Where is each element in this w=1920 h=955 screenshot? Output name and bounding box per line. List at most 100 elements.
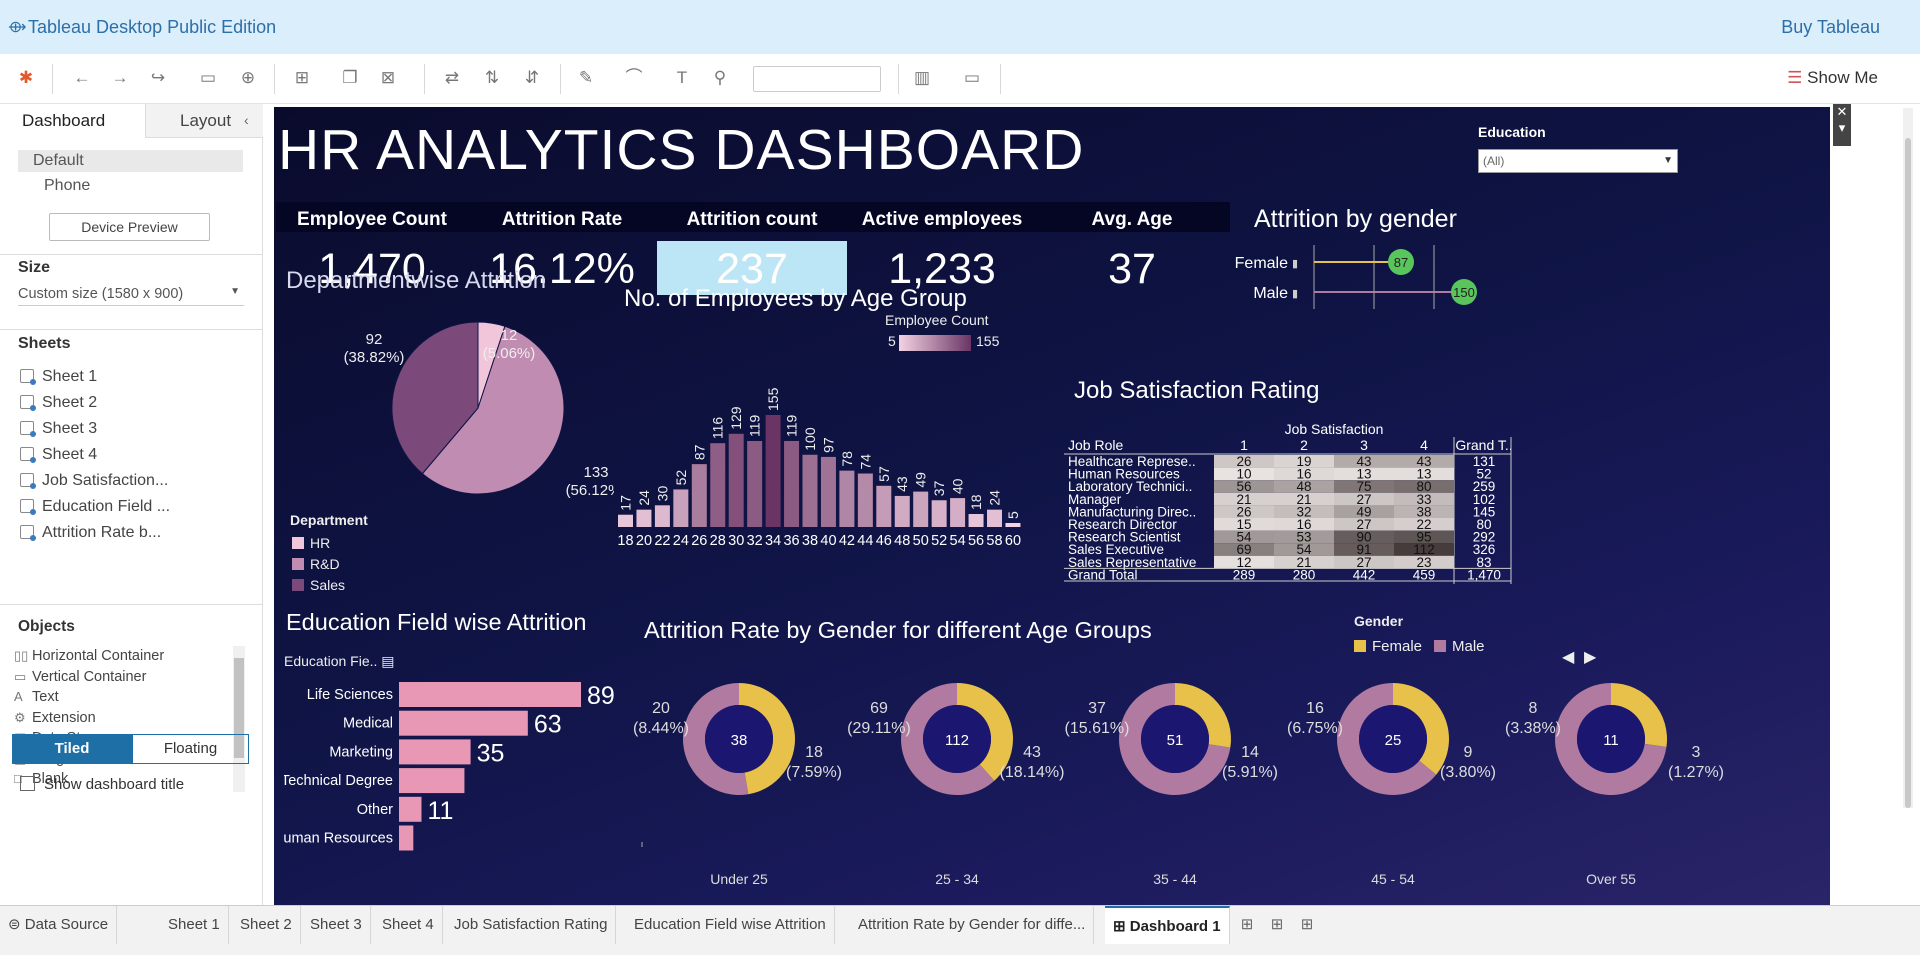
bar-data-label: 52 (673, 470, 689, 486)
sort-asc-icon[interactable]: ⇅ (480, 66, 504, 90)
bar-data-label: 116 (710, 417, 726, 440)
dashboard-sidebar: Dashboard Layout ‹ Default Phone Device … (0, 104, 263, 905)
sheet-tab-label: Sheet 2 (240, 916, 292, 933)
show-me-label: Show Me (1807, 68, 1878, 87)
new-worksheet-icon[interactable]: ⊞ (290, 66, 314, 90)
sheet-tab-label: Sheet 4 (382, 916, 434, 933)
bar-data-label: 18 (968, 494, 984, 510)
attach-icon[interactable]: ⌒ (622, 66, 646, 90)
sort-desc-icon[interactable]: ⇵ (520, 66, 544, 90)
collapse-icon[interactable]: ‹ (244, 112, 249, 128)
sheet-list-item[interactable]: Education Field ... (20, 496, 170, 518)
undo-icon[interactable]: ← (70, 66, 94, 90)
floating-button[interactable]: Floating (132, 734, 249, 764)
kpi-label: Attrition count (686, 209, 818, 230)
add-datasource-icon[interactable]: ⊕ (236, 66, 260, 90)
sheet-name: Attrition Rate b... (42, 524, 162, 541)
x-tick-label: 52 (931, 533, 947, 549)
donut-female-label: (5.91%) (1222, 764, 1278, 781)
show-me-button[interactable]: ☰ Show Me (1787, 68, 1878, 88)
sheet-list-item[interactable]: Sheet 4 (20, 444, 97, 466)
pin-icon[interactable]: ⚲ (708, 66, 732, 90)
sheet-tab-label: Data Source (24, 916, 109, 933)
bar-data-label: 74 (857, 454, 873, 470)
bar-data-label: 24 (987, 490, 1003, 506)
sheet-list-item[interactable]: Attrition Rate b... (20, 522, 161, 544)
sheet-tab[interactable]: ⊞ Dashboard 1 (1105, 906, 1230, 944)
age-group-label: 35 - 44 (1153, 871, 1197, 887)
age-legend-title: Employee Count (885, 312, 989, 328)
label-icon[interactable]: T (670, 66, 694, 90)
device-default[interactable]: Default (18, 150, 243, 172)
show-cards-icon[interactable]: ▥ (910, 66, 934, 90)
redo-icon[interactable]: → (108, 66, 132, 90)
donut-male-label: 37 (1088, 700, 1106, 717)
table-row-header: Job Role (1068, 437, 1123, 453)
edu-bar (399, 768, 465, 794)
bar-data-label: 40 (950, 478, 966, 494)
dashboard-icon: ⊞ (1113, 918, 1130, 935)
dept-legend-title: Department (290, 512, 368, 528)
objects-scrollbar[interactable] (233, 646, 245, 792)
fit-combo[interactable] (753, 66, 881, 92)
dashboard-close-icon[interactable]: ✕ ▾ (1833, 104, 1851, 146)
object-item[interactable]: ▭ Vertical Container (14, 667, 146, 687)
x-tick-label: 34 (765, 533, 781, 549)
x-tick-label: 60 (1005, 533, 1021, 549)
size-dropdown[interactable]: Custom size (1580 x 900) ▼ (18, 286, 244, 306)
bar-data-label: 17 (618, 495, 634, 511)
data-source-icon: ⊜ (8, 916, 25, 933)
swap-icon[interactable]: ⇄ (440, 66, 464, 90)
object-item[interactable]: ⚙ Extension (14, 708, 96, 728)
sheet-tab[interactable]: Sheet 3 (302, 906, 371, 944)
tableau-home-icon[interactable]: ✱ (14, 66, 38, 90)
object-item[interactable]: ▯▯ Horizontal Container (14, 646, 164, 666)
education-filter-dropdown[interactable]: (All) ▼ (1478, 149, 1678, 173)
age-bar (618, 514, 633, 527)
sheet-tab[interactable]: Sheet 4 (374, 906, 443, 944)
tiled-button[interactable]: Tiled (12, 734, 132, 764)
checkbox-box[interactable] (20, 776, 35, 791)
gender-title: Attrition by gender (1254, 205, 1457, 233)
page-scrollbar[interactable] (1903, 108, 1913, 808)
clear-sheet-icon[interactable]: ⊠ (376, 66, 400, 90)
replay-icon[interactable]: ↪ (146, 66, 170, 90)
toolbar-divider (424, 64, 425, 94)
presentation-icon[interactable]: ▭ (960, 66, 984, 90)
legend-prev-icon[interactable]: ◀ (1562, 647, 1574, 667)
sheet-tab[interactable]: Attrition Rate by Gender for diffe... (850, 906, 1095, 944)
sheet-list-item[interactable]: Sheet 2 (20, 392, 97, 414)
sheet-list-item[interactable]: Job Satisfaction... (20, 470, 168, 492)
show-title-checkbox[interactable]: Show dashboard title (20, 776, 184, 793)
scrollbar-thumb[interactable] (1905, 138, 1911, 808)
sheet-tab[interactable]: Education Field wise Attrition (626, 906, 835, 944)
new-worksheet-icon[interactable]: ⊞ (1238, 916, 1256, 934)
donut-total: 112 (945, 732, 969, 749)
sheet-tab[interactable]: ⊜ Data Source (0, 906, 118, 944)
new-dashboard-icon[interactable]: ⊞ (1268, 916, 1286, 934)
sheet-list-item[interactable]: Sheet 3 (20, 418, 97, 440)
pie-data-label: 12 (501, 327, 518, 344)
gender-age-legend-title: Gender (1354, 613, 1404, 629)
duplicate-icon[interactable]: ❐ (338, 66, 362, 90)
sheet-list-item[interactable]: Sheet 1 (20, 366, 97, 388)
object-item[interactable]: A Text (14, 687, 59, 707)
object-label: Horizontal Container (32, 648, 165, 664)
save-icon[interactable]: ▭ (196, 66, 220, 90)
bar-data-label: 129 (728, 406, 744, 430)
sheet-tab[interactable]: Job Satisfaction Rating (446, 906, 617, 944)
legend-next-icon[interactable]: ▶ (1584, 647, 1596, 667)
buy-tableau-link[interactable]: Buy Tableau (1781, 17, 1880, 38)
sort-icon[interactable]: ▤ (381, 653, 394, 669)
sheet-tab[interactable]: Sheet 2 (232, 906, 301, 944)
legend-swatch (1434, 640, 1446, 652)
new-story-icon[interactable]: ⊞ (1298, 916, 1316, 934)
pie-data-label: 133 (583, 464, 608, 481)
donut-female-label: 14 (1241, 744, 1259, 761)
bar-chart-icon: ▮ (1292, 288, 1298, 300)
highlight-icon[interactable]: ✎ (574, 66, 598, 90)
tab-dashboard[interactable]: Dashboard (0, 104, 145, 138)
device-preview-button[interactable]: Device Preview (49, 213, 210, 241)
sheet-tab[interactable]: Sheet 1 (160, 906, 229, 944)
device-phone[interactable]: Phone (44, 177, 90, 195)
